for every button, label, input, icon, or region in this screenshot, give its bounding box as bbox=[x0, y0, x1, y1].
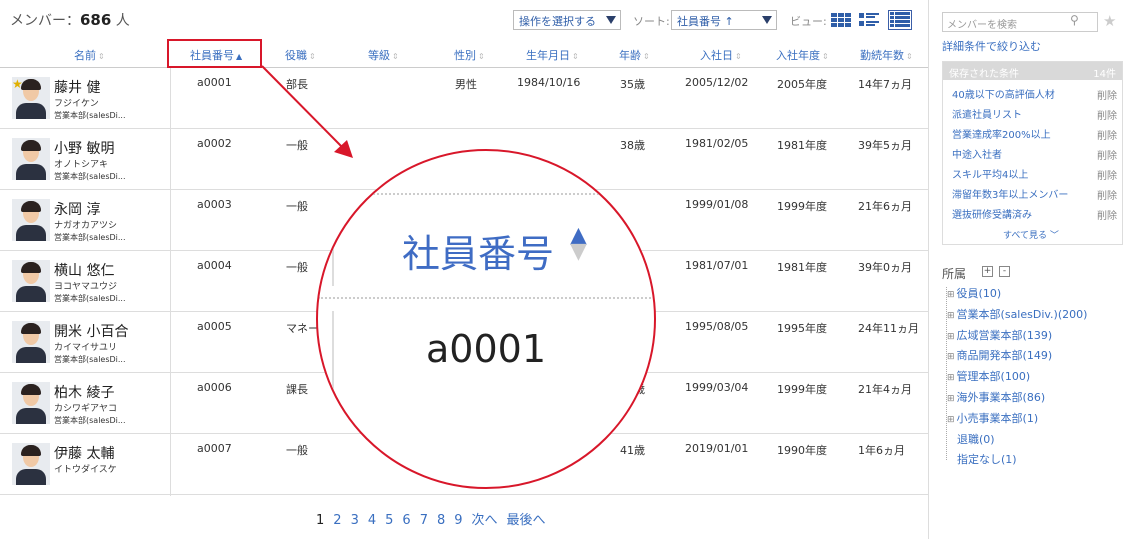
zoom-column-label: 社員番号 bbox=[402, 232, 555, 276]
zoom-divider bbox=[318, 193, 654, 195]
zoom-value: a0001 bbox=[426, 327, 546, 371]
zoom-callout: 社員番号 ▲ ▼ a0001 bbox=[316, 149, 656, 489]
zoom-sort-icon: ▲ ▼ bbox=[570, 223, 587, 264]
zoom-divider bbox=[332, 311, 334, 481]
zoom-divider bbox=[332, 208, 334, 286]
zoom-divider bbox=[318, 297, 654, 299]
